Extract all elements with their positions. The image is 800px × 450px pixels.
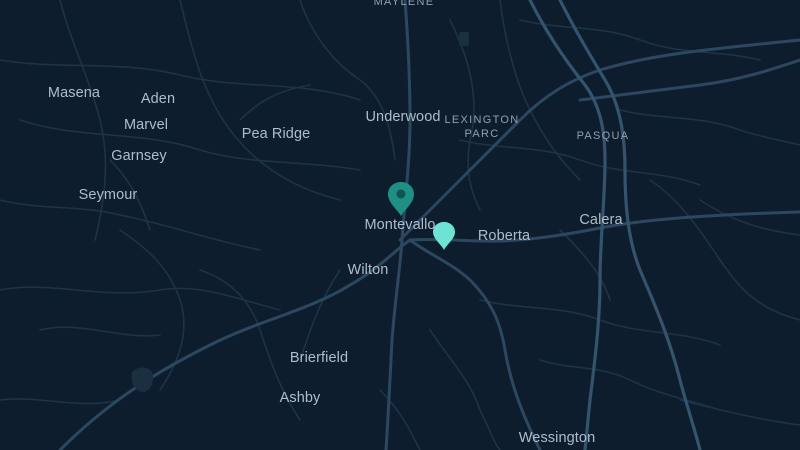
- place-label-maylene[interactable]: MAYLENE: [374, 0, 435, 9]
- place-label-roberta[interactable]: Roberta: [478, 228, 530, 244]
- place-label-pasqua[interactable]: PASQUA: [577, 129, 630, 143]
- place-label-lexington-parc[interactable]: LEXINGTON PARC: [444, 113, 519, 141]
- place-label-wessington[interactable]: Wessington: [519, 430, 596, 446]
- place-label-wilton[interactable]: Wilton: [348, 262, 389, 278]
- place-label-marvel[interactable]: Marvel: [124, 117, 168, 133]
- place-label-lexington-line2: PARC: [464, 128, 500, 140]
- map-pin-icon: [388, 182, 414, 216]
- map-canvas[interactable]: MAYLENE Masena Aden Marvel Pea Ridge Und…: [0, 0, 800, 450]
- place-label-pea-ridge[interactable]: Pea Ridge: [242, 126, 311, 142]
- place-label-seymour[interactable]: Seymour: [79, 187, 138, 203]
- place-label-lexington-line1: LEXINGTON: [444, 114, 520, 126]
- map-pin-icon: [433, 222, 455, 250]
- map-pin-primary[interactable]: [386, 181, 416, 222]
- place-label-ashby[interactable]: Ashby: [280, 390, 321, 406]
- place-label-brierfield[interactable]: Brierfield: [290, 350, 348, 366]
- place-label-calera[interactable]: Calera: [579, 212, 622, 228]
- place-label-garnsey[interactable]: Garnsey: [111, 148, 167, 164]
- map-pin-secondary[interactable]: [432, 221, 456, 256]
- place-label-masena[interactable]: Masena: [48, 85, 100, 101]
- place-label-aden[interactable]: Aden: [141, 91, 175, 107]
- place-label-underwood[interactable]: Underwood: [365, 109, 440, 125]
